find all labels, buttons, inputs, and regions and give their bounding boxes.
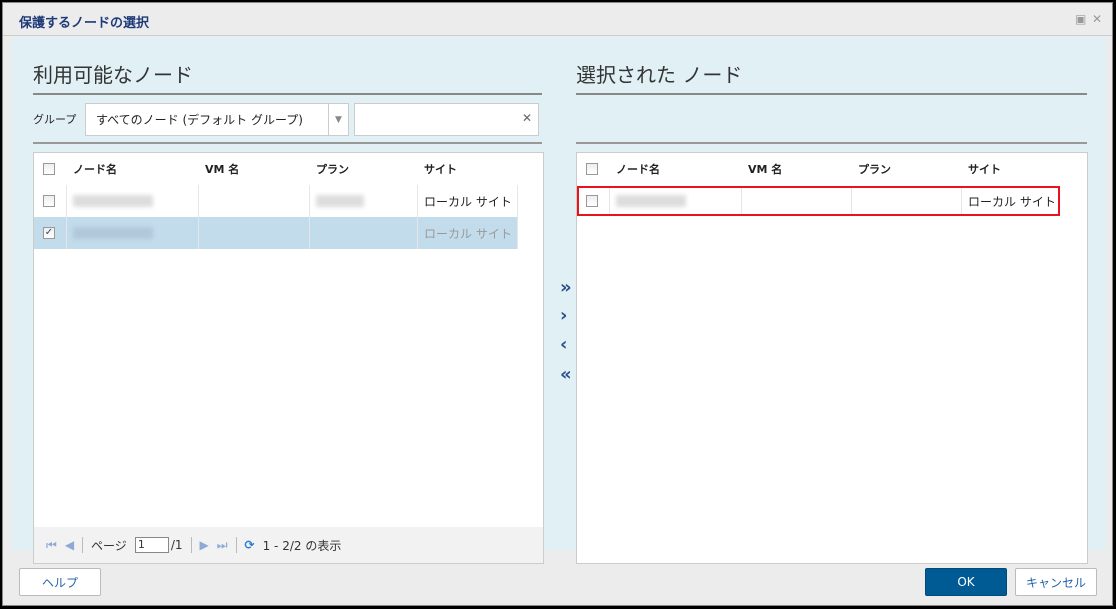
node-name-redacted [616, 195, 686, 207]
group-select-value: すべてのノード (デフォルト グループ) [96, 113, 303, 127]
node-name-redacted [73, 195, 153, 207]
page-input[interactable]: 1 [134, 537, 169, 553]
dialog: 保護するノードの選択 ▣ ✕ 利用可能なノード グループ すべてのノード (デフ… [2, 2, 1113, 606]
search-input[interactable]: ✕ [354, 103, 539, 136]
site: ローカル サイト [418, 217, 518, 249]
grid-header: ノード名 VM 名 プラン サイト [34, 153, 518, 185]
add-all-icon[interactable]: » [560, 277, 572, 298]
dialog-title: 保護するノードの選択 [19, 16, 150, 31]
site: ローカル サイト [418, 185, 518, 217]
row-checkbox[interactable] [586, 195, 598, 207]
group-select[interactable]: すべてのノード (デフォルト グループ) ▼ [85, 103, 349, 136]
pager: ⏮ ◀ ページ 1 /1 ▶ ⏭ ⟳ 1 - 2/2 の表示 [34, 527, 543, 563]
page-label: ページ [91, 538, 127, 553]
plan [310, 217, 418, 249]
divider [33, 93, 542, 95]
vm-name [742, 188, 852, 214]
title-bar: 保護するノードの選択 ▣ ✕ [3, 3, 1112, 36]
page-total: /1 [170, 538, 183, 552]
column-vm-name[interactable]: VM 名 [742, 153, 852, 185]
help-button[interactable]: ヘルプ [19, 568, 101, 596]
close-icon[interactable]: ✕ [1092, 12, 1102, 26]
selected-grid: ノード名 VM 名 プラン サイト ローカル サイト [576, 152, 1088, 564]
row-checkbox-checked[interactable]: ✓ [43, 227, 55, 239]
divider [576, 142, 1087, 144]
chevron-down-icon[interactable]: ▼ [328, 104, 348, 135]
table-row[interactable]: ローカル サイト [577, 186, 1060, 216]
table-row[interactable]: ローカル サイト [34, 185, 518, 217]
site: ローカル サイト [968, 194, 1056, 209]
select-all-checkbox[interactable] [43, 163, 55, 175]
plan [852, 188, 962, 214]
divider [576, 93, 1087, 95]
add-icon[interactable]: › [560, 305, 567, 326]
ok-button[interactable]: OK [925, 568, 1007, 596]
grid-header: ノード名 VM 名 プラン サイト [577, 153, 1060, 185]
plan-redacted [316, 195, 364, 207]
column-vm-name[interactable]: VM 名 [199, 153, 310, 185]
group-label: グループ [33, 113, 77, 126]
column-plan[interactable]: プラン [852, 153, 962, 185]
next-page-icon[interactable]: ▶ [200, 538, 209, 552]
clear-icon[interactable]: ✕ [522, 111, 532, 125]
column-node-name[interactable]: ノード名 [610, 153, 742, 185]
last-page-icon[interactable]: ⏭ [217, 538, 228, 553]
available-heading: 利用可能なノード [33, 63, 193, 87]
select-all-checkbox[interactable] [586, 163, 598, 175]
column-site[interactable]: サイト [962, 153, 1060, 185]
prev-page-icon[interactable]: ◀ [65, 538, 74, 552]
remove-icon[interactable]: ‹ [560, 334, 567, 355]
selected-heading: 選択された ノード [576, 63, 743, 87]
divider [33, 142, 542, 144]
table-row-selected[interactable]: ✓ ローカル サイト [34, 217, 518, 249]
column-site[interactable]: サイト [418, 153, 518, 185]
refresh-icon[interactable]: ⟳ [245, 538, 255, 552]
remove-all-icon[interactable]: « [560, 364, 572, 385]
vm-name [199, 217, 310, 249]
vm-name [199, 185, 310, 217]
row-checkbox[interactable] [43, 195, 55, 207]
cancel-button[interactable]: キャンセル [1015, 568, 1097, 596]
restore-icon[interactable]: ▣ [1075, 12, 1086, 26]
first-page-icon[interactable]: ⏮ [46, 538, 57, 553]
column-node-name[interactable]: ノード名 [67, 153, 199, 185]
column-plan[interactable]: プラン [310, 153, 418, 185]
page-summary: 1 - 2/2 の表示 [262, 538, 342, 553]
dialog-body: 利用可能なノード グループ すべてのノード (デフォルト グループ) ▼ ✕ ノ… [11, 37, 1106, 564]
node-name-redacted [73, 227, 153, 239]
available-grid: ノード名 VM 名 プラン サイト ローカル サイト ✓ ローカル サイト ⏮ … [33, 152, 544, 564]
